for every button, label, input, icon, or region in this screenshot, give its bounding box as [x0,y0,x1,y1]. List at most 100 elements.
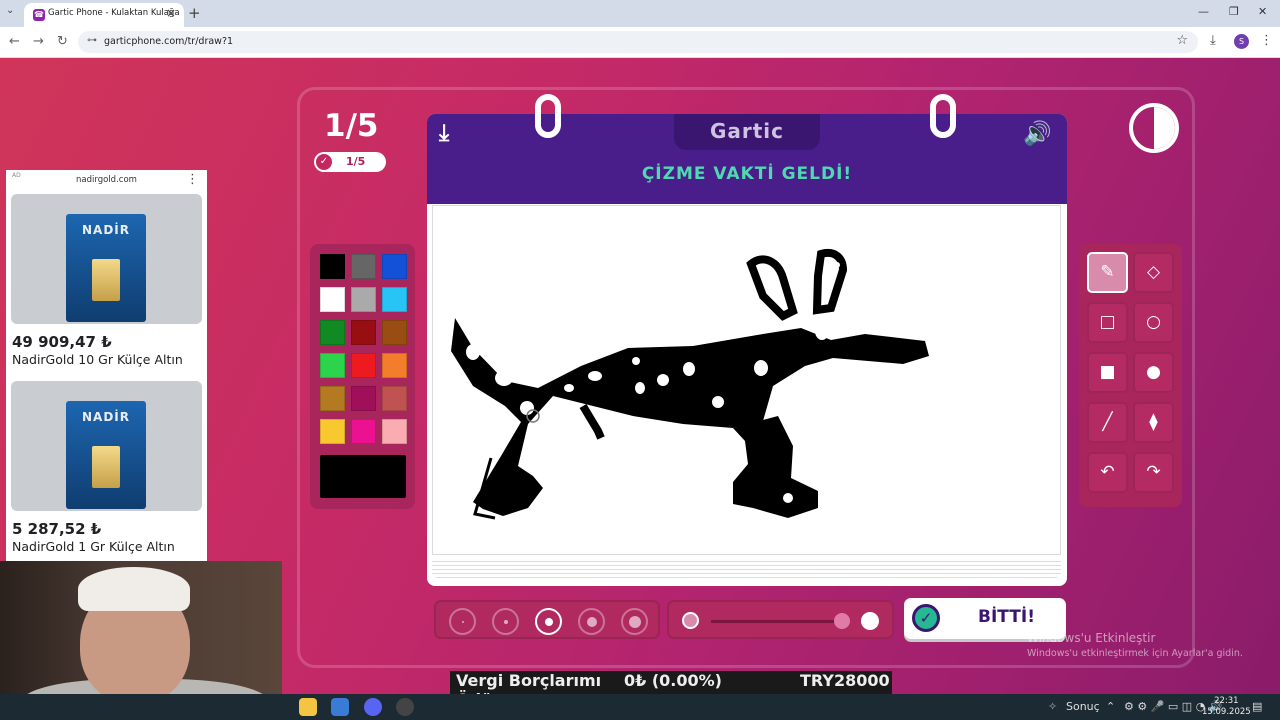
obs-icon[interactable] [396,698,414,716]
opacity-slider[interactable] [667,600,894,639]
circle-outline-icon[interactable]: ○ [1133,302,1174,343]
date: 15.09.2025 [1202,707,1251,717]
color-swatch[interactable] [382,419,407,444]
weather-label[interactable]: Sonuç [1066,700,1100,713]
ad-menu-icon[interactable]: ⋮ [186,172,199,187]
color-swatch[interactable] [351,353,376,378]
color-swatch[interactable] [320,419,345,444]
opacity-track[interactable] [711,620,849,623]
notebook-pages [432,558,1061,578]
profile-avatar[interactable]: S [1234,34,1249,49]
undo-icon[interactable]: ↶ [1087,452,1128,493]
product-name[interactable]: NadirGold 1 Gr Külçe Altın [12,539,175,554]
product-image[interactable]: NADİR [11,194,202,324]
color-swatch[interactable] [320,254,345,279]
color-swatch[interactable] [320,287,345,312]
redo-icon[interactable]: ↷ [1133,452,1174,493]
file-explorer-icon[interactable] [299,698,317,716]
webcam-overlay [0,561,282,694]
tab-list-chevron-icon[interactable]: ⌄ [6,5,14,16]
rect-fill-icon[interactable]: ■ [1087,352,1128,393]
color-swatch[interactable] [382,320,407,345]
circle-fill-icon[interactable]: ● [1133,352,1174,393]
theme-toggle-icon[interactable] [1129,103,1179,153]
browser-tab[interactable]: ☎ Gartic Phone - Kulaktan Kulağa × [24,3,184,27]
opacity-knob[interactable] [834,613,851,629]
dog-drawing [451,249,929,520]
discord-icon[interactable] [364,698,382,716]
color-swatch[interactable] [320,386,345,411]
drawing-board: Gartic ⤓ 🔊 ÇİZME VAKTİ GELDİ! [427,94,1067,586]
close-tab-icon[interactable]: × [166,6,176,20]
brush-size-option[interactable] [492,608,519,635]
site-info-icon[interactable]: ⊶ [87,35,97,46]
restore-icon[interactable]: ❐ [1229,5,1239,18]
watermark-line2: Windows'u etkinleştirmek için Ayarlar'a … [1027,648,1243,659]
color-swatch[interactable] [351,287,376,312]
sound-icon[interactable]: 🔊 [1023,120,1052,147]
ad-site[interactable]: nadirgold.com [6,175,207,185]
reload-icon[interactable]: ↻ [57,34,68,49]
color-palette [310,244,415,509]
widget-icon[interactable]: ✧ [1048,700,1057,713]
product-brand: NADİR [82,223,130,237]
download-drawing-icon[interactable]: ⤓ [439,120,449,146]
activation-watermark: Windows'u Etkinleştir Windows'u etkinleş… [1027,631,1243,659]
address-bar[interactable]: ⊶ garticphone.com/tr/draw?1 ☆ [78,31,1198,53]
pencil-icon[interactable]: ✎ [1087,252,1128,293]
new-tab-icon[interactable]: + [188,4,201,22]
color-swatch[interactable] [320,353,345,378]
check-icon: ✓ [912,604,940,632]
download-icon[interactable]: ⤓ [1210,33,1216,48]
color-swatch[interactable] [351,254,376,279]
browser-chrome: ⌄ ☎ Gartic Phone - Kulaktan Kulağa × + —… [0,0,1280,58]
notification-icon[interactable]: ▤ [1252,700,1262,713]
check-icon: ✓ [316,154,332,170]
color-swatch[interactable] [351,386,376,411]
forward-icon[interactable]: → [33,34,44,49]
brush-size-option[interactable] [621,608,648,635]
line-icon[interactable]: ╱ [1087,402,1128,443]
brush-size-option[interactable] [449,608,476,635]
color-swatch[interactable] [382,353,407,378]
brush-size-selector [434,600,660,639]
ticker-line1: Vergi Borçlarımı [456,671,602,690]
tool-panel: ✎ ◇ □ ○ ■ ● ╱ ⧫ ↶ ↷ [1079,244,1182,507]
color-swatch[interactable] [351,419,376,444]
product-name[interactable]: NadirGold 10 Gr Külçe Altın [12,352,183,367]
bookmark-star-icon[interactable]: ☆ [1176,33,1188,48]
ticker-value: 0₺ (0.00%) [624,671,722,690]
time: 22:31 [1214,696,1239,706]
board-header: Gartic ⤓ 🔊 ÇİZME VAKTİ GELDİ! [427,114,1067,204]
brush-size-option[interactable] [535,608,562,635]
address-bar-row: ← → ↻ ⊶ garticphone.com/tr/draw?1 ☆ ⤓ S … [0,27,1280,58]
opacity-high-icon [861,612,879,630]
tray-chevron-icon[interactable]: ⌃ [1106,700,1115,713]
clock[interactable]: 22:31 15.09.2025 [1202,696,1251,718]
gartic-page: 1/5 ✓ 1/5 Gartic ⤓ 🔊 ÇİZME VAKTİ GELDİ! [0,58,1280,694]
color-swatch[interactable] [320,320,345,345]
watermark-line1: Windows'u Etkinleştir [1027,631,1156,645]
rect-outline-icon[interactable]: □ [1087,302,1128,343]
brush-size-option[interactable] [578,608,605,635]
ticker-goal: TRY28000 [800,671,890,690]
menu-dots-icon[interactable]: ⋮ [1260,33,1273,48]
taskbar: ✧ Sonuç ⌃ ⚙ ⚙ 🎤 ▭ ◫ ◔ 🔊 22:31 15.09.2025… [0,694,1280,720]
gartic-favicon-icon: ☎ [33,9,45,21]
product-image[interactable]: NADİR [11,381,202,511]
close-window-icon[interactable]: ✕ [1258,5,1267,18]
eraser-icon[interactable]: ◇ [1133,252,1174,293]
logo-tab: Gartic [674,114,820,150]
back-icon[interactable]: ← [9,34,20,49]
color-swatch[interactable] [382,386,407,411]
ad-panel[interactable]: AD nadirgold.com ⋮ NADİR 49 909,47 ₺ Nad… [6,170,207,562]
drawing-canvas[interactable] [432,205,1061,555]
color-swatch[interactable] [382,254,407,279]
color-swatch[interactable] [351,320,376,345]
done-label: BİTTİ! [978,607,1035,627]
bucket-icon[interactable]: ⧫ [1133,402,1174,443]
color-swatch[interactable] [382,287,407,312]
minimize-icon[interactable]: — [1198,5,1209,18]
app-icon[interactable] [331,698,349,716]
current-color [320,455,406,498]
